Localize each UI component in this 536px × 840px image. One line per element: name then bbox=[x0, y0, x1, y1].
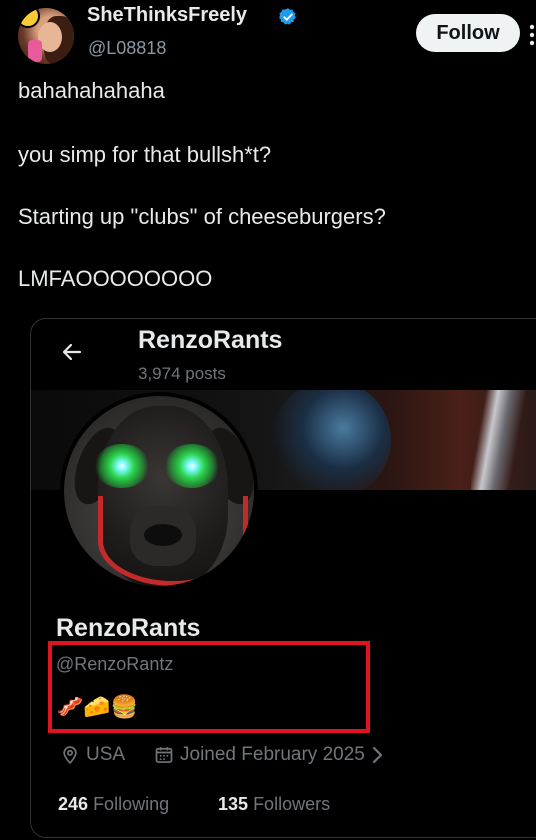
red-highlight-box bbox=[48, 641, 370, 733]
followers-count: 135 bbox=[218, 794, 249, 814]
author-avatar[interactable] bbox=[18, 8, 74, 64]
following-stat[interactable]: 246 Following bbox=[58, 794, 169, 815]
glowing-eye-left bbox=[94, 444, 150, 488]
glowing-eye-right bbox=[164, 444, 220, 488]
profile-location: USA bbox=[60, 744, 125, 766]
followers-stat[interactable]: 135 Followers bbox=[218, 794, 330, 815]
profile-post-count: 3,974 posts bbox=[138, 364, 226, 383]
author-display-name[interactable]: SheThinksFreely bbox=[87, 4, 247, 27]
tweet-text-line-1: bahahahahaha bbox=[18, 78, 165, 103]
profile-display-name: RenzoRants bbox=[56, 614, 201, 642]
chevron-right-icon[interactable] bbox=[369, 745, 387, 765]
location-text: USA bbox=[86, 744, 126, 765]
tweet-text-line-2: you simp for that bullsh*t? bbox=[18, 142, 272, 167]
tweet-text-line-3: Starting up "clubs" of cheeseburgers? bbox=[18, 204, 386, 229]
verified-badge-icon bbox=[279, 8, 296, 25]
author-handle[interactable]: @L08818 bbox=[88, 38, 166, 59]
following-label: Following bbox=[93, 794, 170, 814]
back-arrow-icon[interactable] bbox=[60, 340, 84, 364]
profile-header-name: RenzoRants bbox=[138, 326, 283, 354]
following-count: 246 bbox=[58, 794, 89, 814]
followers-label: Followers bbox=[253, 794, 331, 814]
location-pin-icon bbox=[63, 746, 77, 765]
tweet-header: SheThinksFreely @L08818 Follow bbox=[0, 0, 536, 80]
more-options-icon[interactable] bbox=[528, 24, 536, 46]
calendar-icon bbox=[155, 747, 173, 763]
follow-button[interactable]: Follow bbox=[416, 14, 520, 52]
profile-joined-date: Joined February 2025 bbox=[154, 744, 393, 766]
joined-text: Joined February 2025 bbox=[180, 744, 365, 765]
profile-avatar[interactable] bbox=[60, 392, 258, 590]
tweet-text-line-4: LMFAOOOOOOOO bbox=[18, 266, 213, 291]
